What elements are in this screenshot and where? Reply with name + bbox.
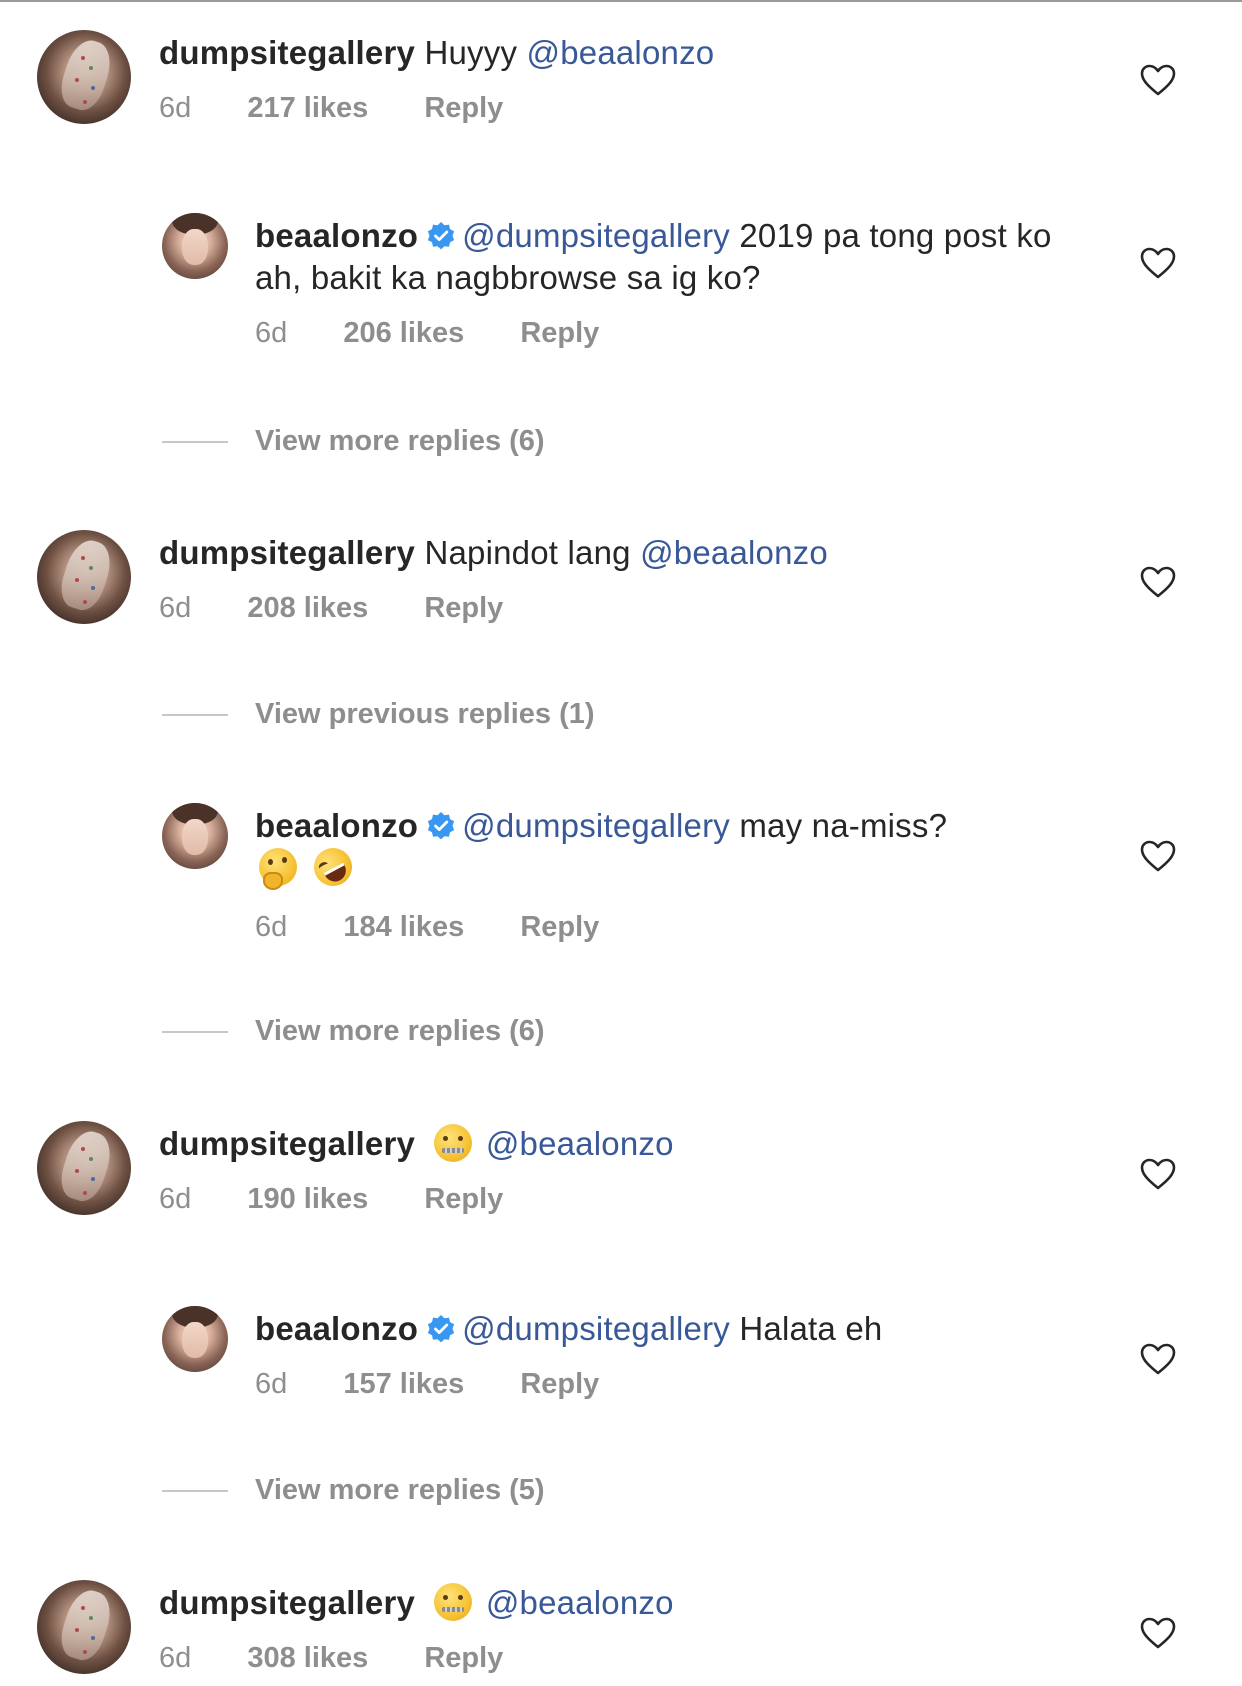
reply-comment: beaalonzo @dumpsitegallery 2019 pa tong … xyxy=(0,213,1242,353)
mention-link[interactable]: @dumpsitegallery xyxy=(462,807,730,844)
heart-icon[interactable] xyxy=(1139,246,1177,280)
heart-icon[interactable] xyxy=(1139,565,1177,599)
timestamp: 6d xyxy=(255,1368,288,1400)
comment-text: beaalonzo @dumpsitegallery Halata eh xyxy=(255,1308,1055,1350)
heart-icon[interactable] xyxy=(1139,63,1177,97)
comment-meta: 6d 206 likes Reply xyxy=(255,315,599,351)
username[interactable]: dumpsitegallery xyxy=(159,1584,415,1621)
view-replies-label[interactable]: View more replies (6) xyxy=(255,1013,545,1049)
comment: dumpsitegallery @beaalonzo 6d 190 likes … xyxy=(0,1121,1242,1221)
avatar[interactable] xyxy=(37,30,131,124)
mention-link[interactable]: @beaalonzo xyxy=(527,34,715,71)
comment-text: beaalonzo @dumpsitegallery may na-miss? xyxy=(255,805,1055,893)
heart-icon[interactable] xyxy=(1139,839,1177,873)
comment-meta: 6d 217 likes Reply xyxy=(159,90,503,126)
likes-count[interactable]: 308 likes xyxy=(247,1640,368,1676)
reply-button[interactable]: Reply xyxy=(520,315,599,351)
timestamp: 6d xyxy=(159,592,192,624)
zipper-mouth-face-emoji xyxy=(434,1124,473,1162)
reply-button[interactable]: Reply xyxy=(520,1366,599,1402)
view-more-replies[interactable]: View more replies (6) xyxy=(0,421,1242,461)
comment-meta: 6d 157 likes Reply xyxy=(255,1366,599,1402)
avatar[interactable] xyxy=(37,1121,131,1215)
avatar[interactable] xyxy=(162,803,228,869)
view-more-replies[interactable]: View more replies (6) xyxy=(0,1011,1242,1051)
username[interactable]: beaalonzo xyxy=(255,217,418,254)
reply-button[interactable]: Reply xyxy=(424,1640,503,1676)
mention-link[interactable]: @dumpsitegallery xyxy=(462,217,730,254)
avatar[interactable] xyxy=(162,213,228,279)
likes-count[interactable]: 206 likes xyxy=(343,315,464,351)
comment: dumpsitegallery Napindot lang @beaalonzo… xyxy=(0,530,1242,630)
reply-comment: beaalonzo @dumpsitegallery Halata eh 6d … xyxy=(0,1306,1242,1406)
comment-meta: 6d 184 likes Reply xyxy=(255,909,599,945)
heart-icon[interactable] xyxy=(1139,1342,1177,1376)
likes-count[interactable]: 157 likes xyxy=(343,1366,464,1402)
mention-link[interactable]: @dumpsitegallery xyxy=(462,1310,730,1347)
comment-meta: 6d 308 likes Reply xyxy=(159,1640,503,1676)
timestamp: 6d xyxy=(159,92,192,124)
comment-meta: 6d 190 likes Reply xyxy=(159,1181,503,1217)
comment-text: dumpsitegallery @beaalonzo xyxy=(159,1582,1059,1624)
comment-text: beaalonzo @dumpsitegallery 2019 pa tong … xyxy=(255,215,1055,299)
thinking-face-emoji xyxy=(259,848,297,890)
view-replies-label[interactable]: View more replies (5) xyxy=(255,1472,545,1508)
heart-icon[interactable] xyxy=(1139,1157,1177,1191)
verified-badge-icon xyxy=(428,812,455,840)
comment-body: Huyyy xyxy=(424,34,518,71)
timestamp: 6d xyxy=(159,1183,192,1215)
mention-link[interactable]: @beaalonzo xyxy=(640,534,828,571)
verified-badge-icon xyxy=(428,1315,455,1343)
avatar[interactable] xyxy=(162,1306,228,1372)
reply-button[interactable]: Reply xyxy=(424,1181,503,1217)
comment-body: may na-miss? xyxy=(739,807,948,844)
likes-count[interactable]: 217 likes xyxy=(247,90,368,126)
comment-body: Halata eh xyxy=(739,1310,883,1347)
comment-text: dumpsitegallery Napindot lang @beaalonzo xyxy=(159,532,1059,574)
view-more-replies[interactable]: View more replies (5) xyxy=(0,1470,1242,1510)
mention-link[interactable]: @beaalonzo xyxy=(486,1125,674,1162)
username[interactable]: dumpsitegallery xyxy=(159,1125,415,1162)
mention-link[interactable]: @beaalonzo xyxy=(486,1584,674,1621)
thread-dash xyxy=(162,1031,228,1033)
view-replies-label[interactable]: View previous replies (1) xyxy=(255,696,595,732)
reply-button[interactable]: Reply xyxy=(520,909,599,945)
top-divider xyxy=(0,0,1242,2)
username[interactable]: dumpsitegallery xyxy=(159,34,415,71)
username[interactable]: beaalonzo xyxy=(255,1310,418,1347)
reply-button[interactable]: Reply xyxy=(424,90,503,126)
comment-body: Napindot lang xyxy=(424,534,631,571)
verified-badge-icon xyxy=(428,222,455,250)
heart-icon[interactable] xyxy=(1139,1616,1177,1650)
timestamp: 6d xyxy=(255,911,288,943)
username[interactable]: dumpsitegallery xyxy=(159,534,415,571)
avatar[interactable] xyxy=(37,1580,131,1674)
view-previous-replies[interactable]: View previous replies (1) xyxy=(0,694,1242,734)
avatar[interactable] xyxy=(37,530,131,624)
comment-text: dumpsitegallery Huyyy @beaalonzo xyxy=(159,32,1059,74)
thread-dash xyxy=(162,441,228,443)
timestamp: 6d xyxy=(255,317,288,349)
comment-meta: 6d 208 likes Reply xyxy=(159,590,503,626)
likes-count[interactable]: 184 likes xyxy=(343,909,464,945)
thread-dash xyxy=(162,1490,228,1492)
reply-button[interactable]: Reply xyxy=(424,590,503,626)
reply-comment: beaalonzo @dumpsitegallery may na-miss? … xyxy=(0,803,1242,943)
username[interactable]: beaalonzo xyxy=(255,807,418,844)
likes-count[interactable]: 190 likes xyxy=(247,1181,368,1217)
comment: dumpsitegallery @beaalonzo 6d 308 likes … xyxy=(0,1580,1242,1680)
timestamp: 6d xyxy=(159,1642,192,1674)
comment: dumpsitegallery Huyyy @beaalonzo 6d 217 … xyxy=(0,30,1242,130)
comment-text: dumpsitegallery @beaalonzo xyxy=(159,1123,1059,1165)
zipper-mouth-face-emoji xyxy=(434,1583,473,1621)
view-replies-label[interactable]: View more replies (6) xyxy=(255,423,545,459)
likes-count[interactable]: 208 likes xyxy=(247,590,368,626)
thread-dash xyxy=(162,714,228,716)
rolling-on-floor-laughing-emoji xyxy=(307,841,360,893)
